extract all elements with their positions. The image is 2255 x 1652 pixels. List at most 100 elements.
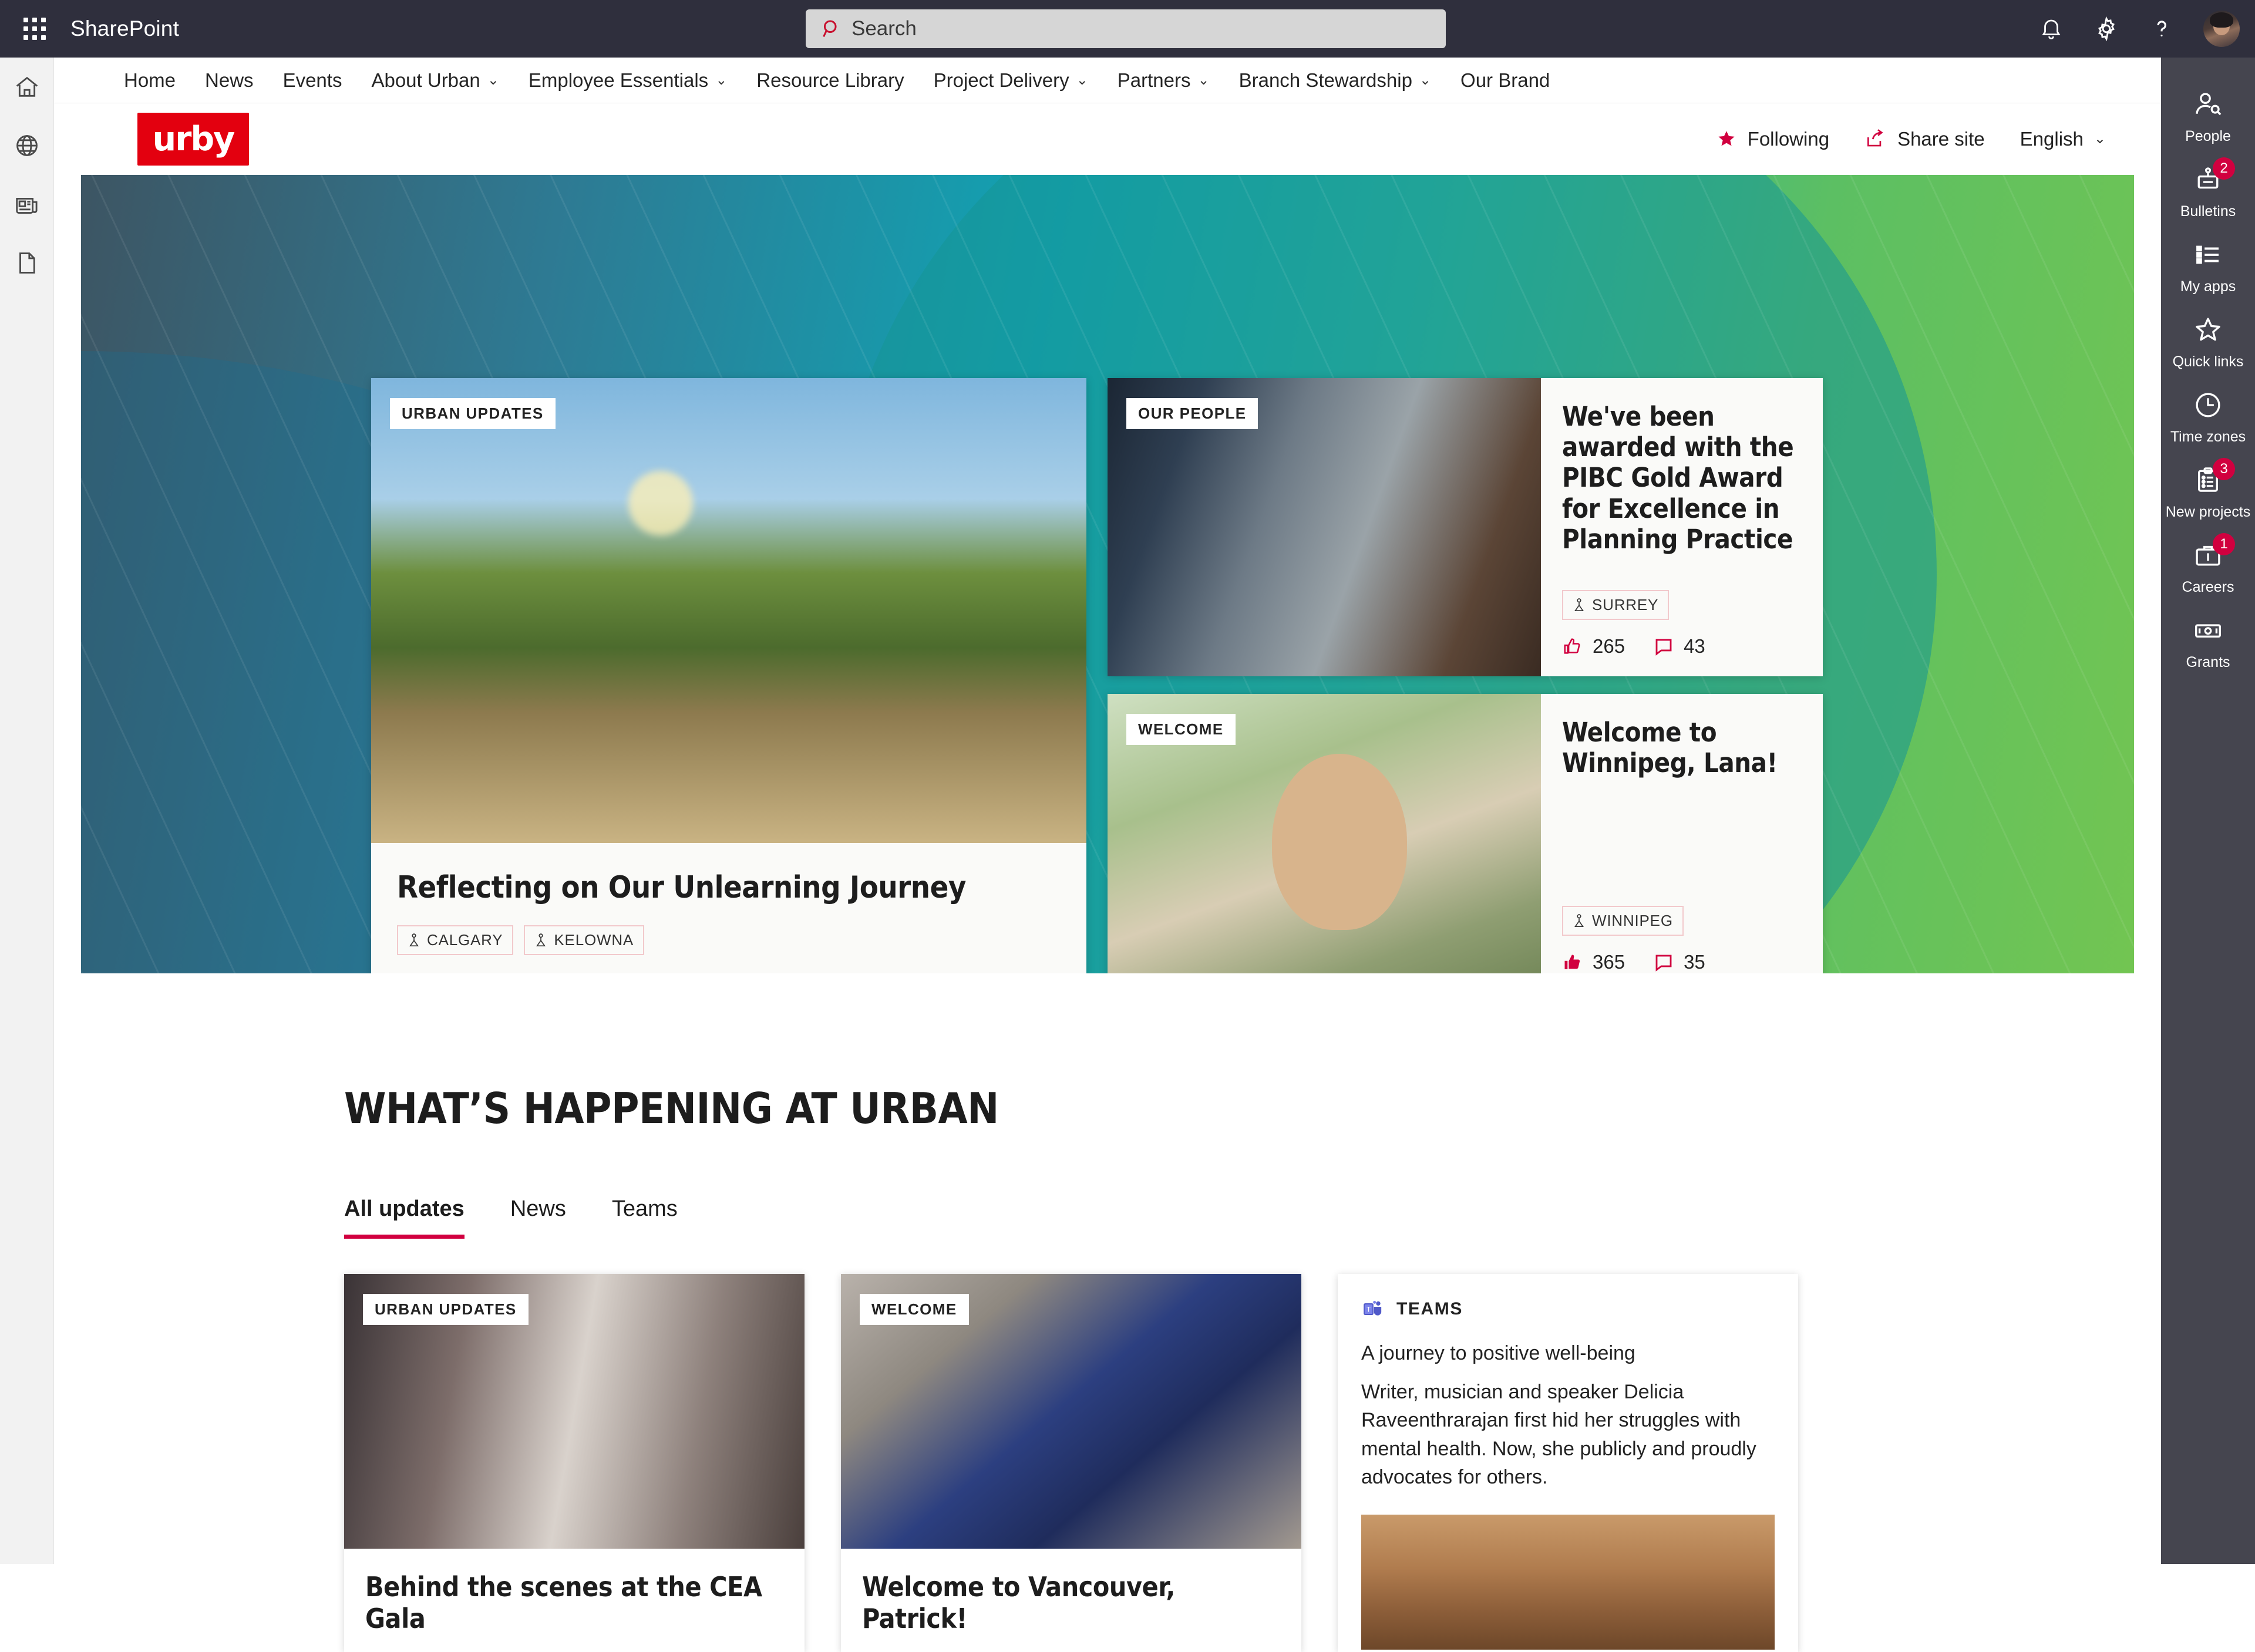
location-tag[interactable]: WINNIPEG (1562, 906, 1684, 936)
suite-title[interactable]: SharePoint (70, 16, 179, 41)
tab-label: All updates (344, 1196, 465, 1221)
nav-label: Employee Essentials (529, 69, 708, 92)
location-tag[interactable]: CALGARY (397, 925, 513, 955)
location-tag[interactable]: KELOWNA (524, 925, 644, 955)
tab-teams[interactable]: Teams (612, 1196, 678, 1239)
nav-item-about-urban[interactable]: About Urban⌄ (356, 69, 513, 92)
update-card[interactable]: WELCOME Welcome to Vancouver, Patrick! (841, 1274, 1301, 1652)
suite-bar: SharePoint Search (0, 0, 2255, 58)
home-icon[interactable] (0, 58, 54, 116)
tag-label: SURREY (1592, 596, 1658, 614)
category-badge: OUR PEOPLE (1126, 398, 1258, 429)
tab-label: Teams (612, 1196, 678, 1221)
nav-item-partners[interactable]: Partners⌄ (1103, 69, 1224, 92)
location-pin-icon (1573, 598, 1586, 613)
featured-news-group: URBAN UPDATES Reflecting on Our Unlearni… (371, 378, 1823, 973)
nav-label: News (205, 69, 254, 92)
rail-item-new-projects[interactable]: 3 New projects (2161, 451, 2255, 526)
star-icon (1716, 129, 1737, 150)
status-badge: 3 (2213, 458, 2235, 480)
nav-item-employee-essentials[interactable]: Employee Essentials ⌄ (514, 69, 742, 92)
share-label: Share site (1897, 128, 1985, 150)
like-button[interactable]: 265 (1562, 635, 1625, 658)
nav-item-branch-stewardship[interactable]: Branch Stewardship⌄ (1224, 69, 1446, 92)
rail-item-careers[interactable]: 1 Careers (2161, 526, 2255, 601)
news-title: Behind the scenes at the CEA Gala (365, 1571, 783, 1634)
thumbs-up-icon (1562, 636, 1583, 657)
comment-button[interactable]: 35 (1653, 951, 1705, 973)
language-label: English (2020, 128, 2084, 150)
news-card[interactable]: OUR PEOPLE We've been awarded with the P… (1108, 378, 1823, 676)
location-tag[interactable]: SURREY (1562, 590, 1669, 620)
like-button[interactable]: 365 (1562, 951, 1625, 973)
svg-text:T: T (1367, 1306, 1371, 1313)
my-apps-icon (2192, 238, 2224, 271)
nav-item-events[interactable]: Events (268, 69, 357, 92)
nav-item-news[interactable]: News (190, 69, 268, 92)
nav-label: Partners (1118, 69, 1191, 92)
tab-list: All updates News Teams (344, 1196, 2161, 1239)
status-badge: 1 (2213, 533, 2235, 555)
people-icon (2192, 88, 2224, 121)
nav-item-resource-library[interactable]: Resource Library (742, 69, 918, 92)
location-pin-icon (1573, 913, 1586, 929)
document-icon[interactable] (0, 234, 54, 292)
featured-news-card[interactable]: URBAN UPDATES Reflecting on Our Unlearni… (371, 378, 1086, 973)
nav-item-our-brand[interactable]: Our Brand (1446, 69, 1564, 92)
right-rail: People 2 Bulletins My apps Quick links (2161, 58, 2255, 1564)
teams-update-card[interactable]: T TEAMS A journey to positive well-being… (1338, 1274, 1798, 1652)
update-card[interactable]: URBAN UPDATES Behind the scenes at the C… (344, 1274, 805, 1652)
search-input[interactable]: Search (806, 9, 1446, 48)
category-badge: URBAN UPDATES (390, 398, 556, 429)
settings-gear-icon[interactable] (2093, 15, 2120, 42)
news-title: We've been awarded with the PIBC Gold Aw… (1562, 402, 1802, 555)
thumbs-up-icon (1562, 952, 1583, 973)
rail-item-time-zones[interactable]: Time zones (2161, 376, 2255, 451)
site-logo[interactable]: urby (137, 113, 249, 166)
language-selector[interactable]: English ⌄ (2020, 128, 2106, 150)
location-pin-icon (534, 933, 547, 948)
comment-icon (1653, 636, 1674, 657)
globe-icon[interactable] (0, 116, 54, 175)
news-thumbnail: URBAN UPDATES (344, 1274, 805, 1549)
rail-item-people[interactable]: People (2161, 75, 2255, 150)
nav-label: Our Brand (1460, 69, 1550, 92)
nav-item-home[interactable]: Home (109, 69, 190, 92)
suite-actions (2038, 0, 2240, 58)
rail-item-my-apps[interactable]: My apps (2161, 225, 2255, 301)
rail-item-quick-links[interactable]: Quick links (2161, 301, 2255, 376)
rail-label: My apps (2180, 278, 2236, 295)
notifications-icon[interactable] (2038, 15, 2065, 42)
nav-item-project-delivery[interactable]: Project Delivery⌄ (919, 69, 1103, 92)
chevron-down-icon: ⌄ (715, 73, 727, 87)
nav-label: Branch Stewardship (1239, 69, 1412, 92)
like-count: 365 (1593, 951, 1625, 973)
news-title: Welcome to Vancouver, Patrick! (862, 1571, 1280, 1634)
comment-icon (1653, 952, 1674, 973)
tab-all-updates[interactable]: All updates (344, 1196, 465, 1239)
news-card[interactable]: WELCOME Welcome to Winnipeg, Lana! WINNI… (1108, 694, 1823, 973)
rail-label: New projects (2166, 504, 2251, 520)
tag-list: WINNIPEG (1562, 906, 1802, 936)
news-thumbnail: WELCOME (1108, 694, 1541, 973)
bulletins-icon: 2 (2192, 163, 2224, 196)
tab-news[interactable]: News (510, 1196, 566, 1239)
teams-thumbnail (1361, 1515, 1775, 1650)
following-button[interactable]: Following (1716, 128, 1829, 150)
help-icon[interactable] (2148, 15, 2175, 42)
teams-image (1361, 1515, 1775, 1650)
comment-button[interactable]: 43 (1653, 635, 1705, 658)
app-launcher-icon[interactable] (14, 18, 55, 40)
rail-label: Time zones (2170, 429, 2246, 445)
whats-happening-section: WHAT’S HAPPENING AT URBAN All updates Ne… (54, 973, 2161, 1652)
nav-label: About Urban (371, 69, 480, 92)
share-site-button[interactable]: Share site (1864, 128, 1985, 150)
rail-item-bulletins[interactable]: 2 Bulletins (2161, 150, 2255, 225)
engagement-stats: 265 43 (1562, 635, 1802, 658)
avatar[interactable] (2203, 11, 2240, 47)
site-header: urby Following Share site English ⌄ (54, 103, 2161, 175)
news-icon[interactable] (0, 175, 54, 234)
search-icon (821, 18, 842, 39)
nav-label: Home (124, 69, 176, 92)
rail-item-grants[interactable]: Grants (2161, 601, 2255, 676)
